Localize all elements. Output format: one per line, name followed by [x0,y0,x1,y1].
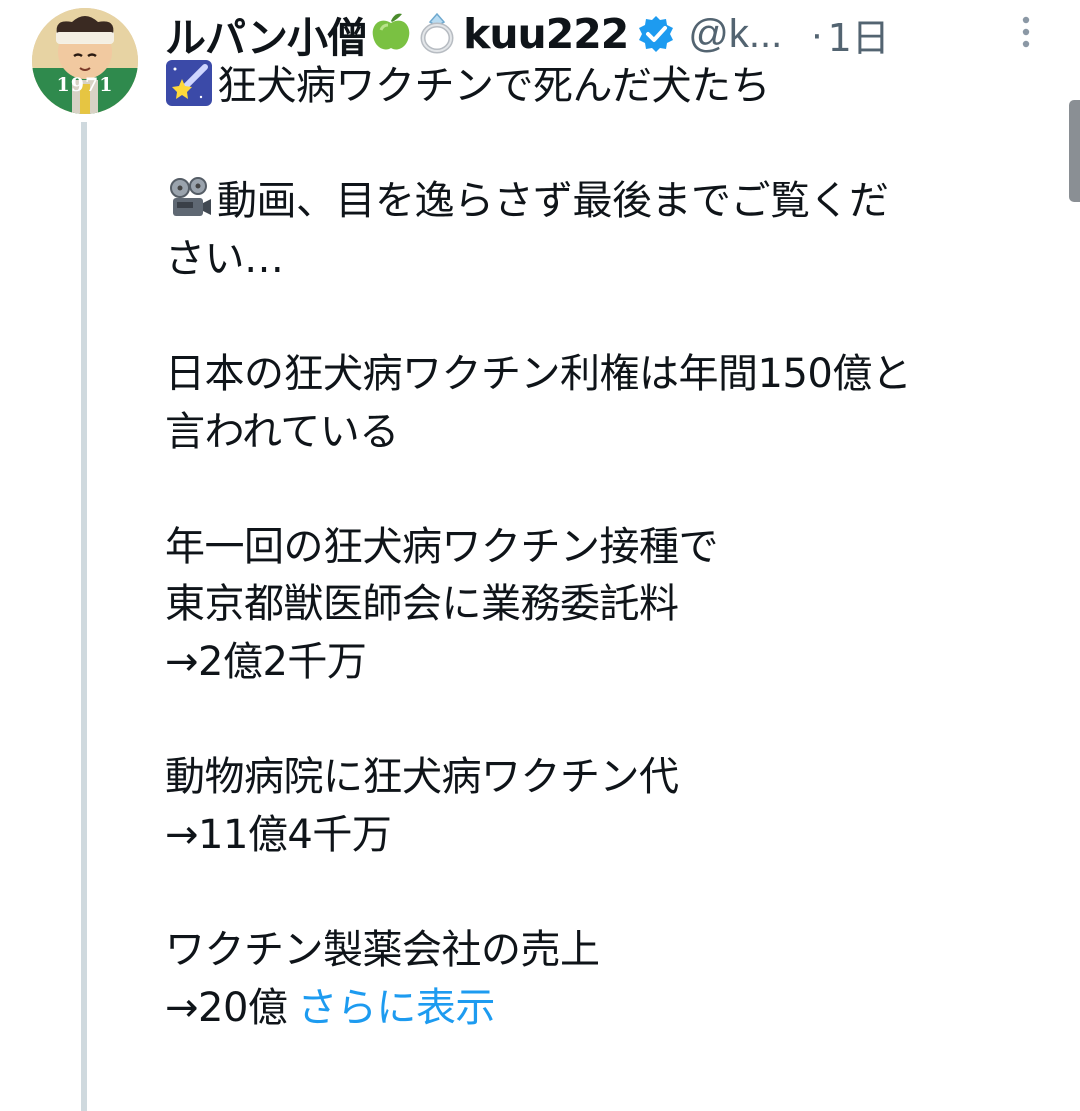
tweet-line: 動画、目を逸らさず最後までご覧くだ [165,173,1055,231]
more-options-icon[interactable] [1016,12,1036,52]
thread-connector-line [81,122,87,1111]
avatar-caption: 1971 [56,74,114,96]
tweet-line-text: 動画、目を逸らさず最後までご覧くだ [217,178,889,225]
tweet-line-text: 言われている [165,408,399,455]
author-name-suffix[interactable]: kuu222 [463,10,629,58]
tweet-line: 狂犬病ワクチンで死んだ犬たち [165,58,1055,116]
show-more-link[interactable]: さらに表示 [297,985,495,1031]
verified-badge-icon [636,14,676,54]
tweet[interactable]: 1971 ルパン小僧 kuu222 @k... · 1日 狂犬病ワクチンで死んだ… [0,0,1080,1111]
tweet-line: →2億2千万 [165,634,1055,692]
author-handle[interactable]: @k... [688,12,782,57]
tweet-text: 狂犬病ワクチンで死んだ犬たち 動画、目を逸らさず最後までご覧くだ さい… 日本の… [165,58,1055,1037]
header-separator: · [810,11,824,56]
tweet-line-text: 狂犬病ワクチンで死んだ犬たち [217,63,771,109]
ring-icon [415,10,459,58]
tweet-line-text: 東京都獣医師会に業務委託料 [165,581,679,628]
tweet-line: 日本の狂犬病ワクチン利権は年間150億と [165,346,1055,404]
shooting-star-icon [165,59,213,107]
tweet-timestamp[interactable]: 1日 [828,7,890,62]
scrollbar-thumb[interactable] [1069,100,1080,202]
tweet-line-text: ワクチン製薬会社の売上 [165,926,600,973]
tweet-line: 言われている [165,404,1055,462]
tweet-line-text: →11億4千万 [165,811,392,858]
tweet-line: →11億4千万 [165,807,1055,865]
tweet-line-text: →2億2千万 [165,638,367,685]
tweet-line: →20億 さらに表示 [165,980,1055,1038]
author-display-name[interactable]: ルパン小僧 [165,4,368,64]
tweet-header: ルパン小僧 kuu222 @k... · 1日 [165,4,1055,64]
film-projector-icon [165,174,213,222]
tweet-line-text: →20億 [165,984,288,1031]
tweet-line: さい… [165,231,1055,289]
tweet-line-text: 日本の狂犬病ワクチン利権は年間150億と [165,350,912,397]
tweet-line: 動物病院に狂犬病ワクチン代 [165,749,1055,807]
tweet-line: ワクチン製薬会社の売上 [165,922,1055,980]
tweet-line-text: 年一回の狂犬病ワクチン接種で [165,523,719,570]
tweet-line-text: さい… [165,235,284,282]
tweet-line: 東京都獣医師会に業務委託料 [165,576,1055,634]
tweet-line: 年一回の狂犬病ワクチン接種で [165,519,1055,577]
tweet-line-text: 動物病院に狂犬病ワクチン代 [165,754,679,801]
author-avatar[interactable]: 1971 [32,8,138,114]
green-apple-icon [369,10,413,58]
